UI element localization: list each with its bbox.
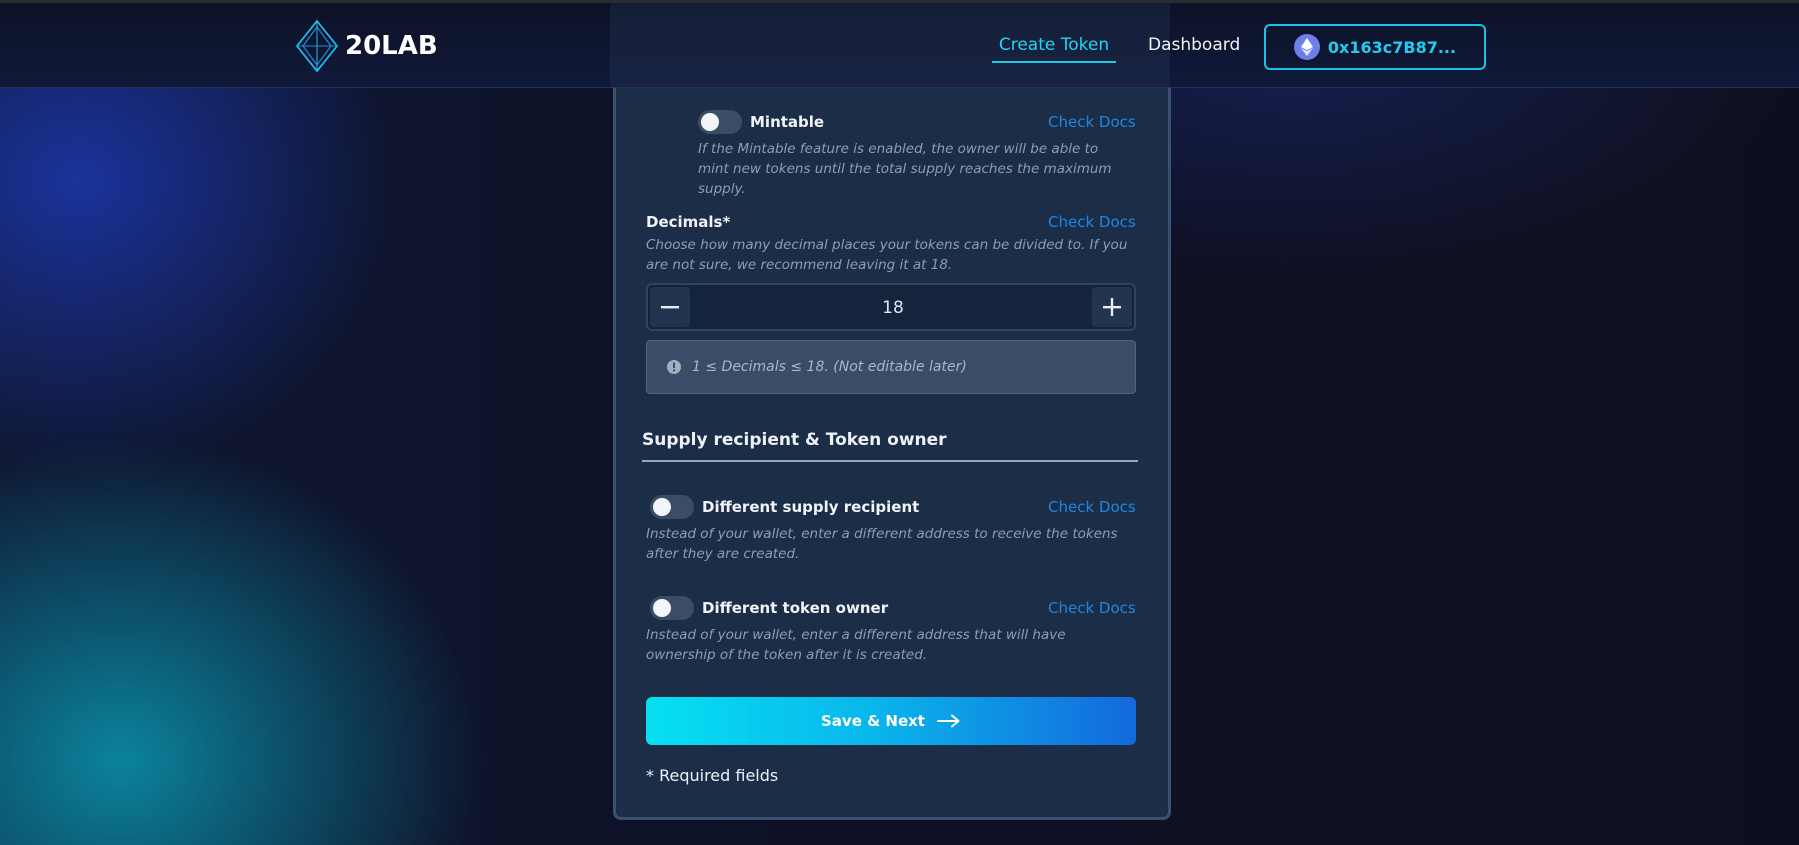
token-form-panel: Mintable Check Docs If the Mintable feat… [613, 60, 1171, 820]
nav-dashboard[interactable]: Dashboard [1148, 35, 1240, 55]
brand-logo[interactable]: 20LAB [295, 19, 438, 73]
decimals-hint-box: 1 ≤ Decimals ≤ 18. (Not editable later) [646, 340, 1136, 394]
required-fields-note: * Required fields [646, 766, 779, 785]
nav-create-token[interactable]: Create Token [992, 35, 1116, 63]
token-owner-label: Different token owner [702, 599, 889, 617]
increment-button[interactable] [1092, 287, 1132, 327]
decimals-label: Decimals* [646, 213, 731, 231]
toggle-knob [653, 599, 671, 617]
mintable-toggle[interactable] [698, 110, 742, 134]
toggle-knob [701, 113, 719, 131]
decimals-input[interactable] [708, 285, 1078, 331]
toggle-knob [653, 498, 671, 516]
token-owner-check-docs-link[interactable]: Check Docs [1048, 599, 1136, 617]
save-next-label: Save & Next [821, 712, 925, 730]
mintable-label: Mintable [750, 113, 825, 131]
decimals-description: Choose how many decimal places your toke… [646, 237, 1128, 273]
decimals-check-docs-link[interactable]: Check Docs [1048, 213, 1136, 231]
supply-section-title: Supply recipient & Token owner [642, 430, 1138, 462]
plus-icon [1103, 298, 1121, 316]
wallet-address: 0x163c7B87... [1327, 37, 1457, 57]
supply-recipient-description: Instead of your wallet, enter a differen… [646, 526, 1118, 562]
wallet-button[interactable]: 0x163c7B87... [1264, 24, 1486, 70]
decrement-button[interactable] [650, 287, 690, 327]
mintable-check-docs-link[interactable]: Check Docs [1048, 113, 1136, 131]
exclamation-icon [667, 360, 681, 374]
supply-recipient-toggle[interactable] [650, 495, 694, 519]
decimals-hint-text: 1 ≤ Decimals ≤ 18. (Not editable later) [692, 359, 967, 375]
token-owner-description: Instead of your wallet, enter a differen… [646, 627, 1066, 663]
decimals-stepper [646, 283, 1136, 331]
supply-recipient-label: Different supply recipient [702, 498, 920, 516]
mintable-description: If the Mintable feature is enabled, the … [698, 141, 1112, 197]
top-navbar: 20LAB Create Token Dashboard 0x163c7B87.… [0, 0, 1799, 88]
brand-name: 20LAB [345, 31, 438, 61]
arrow-right-icon [936, 714, 960, 728]
minus-icon [661, 306, 679, 309]
token-owner-toggle[interactable] [650, 596, 694, 620]
supply-recipient-check-docs-link[interactable]: Check Docs [1048, 498, 1136, 516]
save-next-button[interactable]: Save & Next [646, 697, 1136, 745]
diamond-logo-icon [295, 19, 339, 73]
ethereum-icon [1293, 34, 1320, 60]
